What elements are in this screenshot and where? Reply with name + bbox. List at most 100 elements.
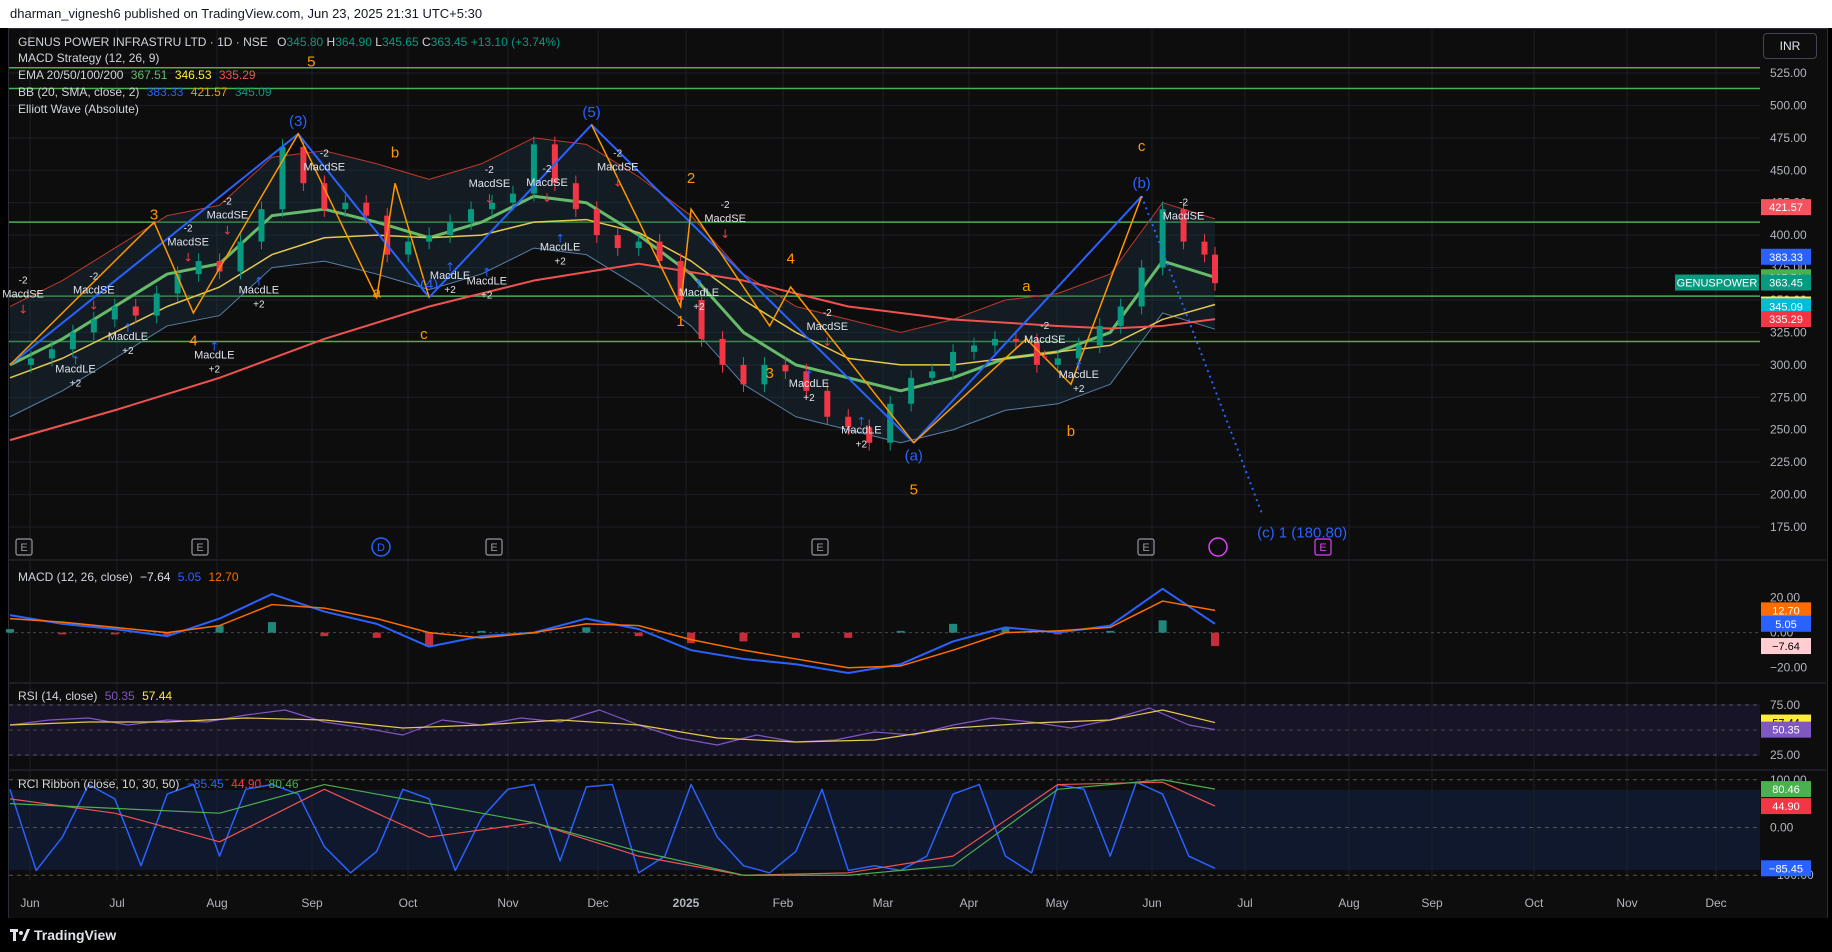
macd-signal-line <box>9 600 1216 669</box>
x-tick-label: Jun <box>20 896 39 910</box>
rci-long-legend-value: 80.46 <box>268 777 299 791</box>
elliott-legend[interactable]: Elliott Wave (Absolute) <box>18 101 139 117</box>
tradingview-logo[interactable]: TradingView <box>10 927 116 943</box>
earnings-marker-label: E <box>1142 542 1149 554</box>
down-arrow-icon: ↓ <box>613 175 623 189</box>
ema-legend[interactable]: EMA 20/50/100/200 367.51 346.53 335.29 <box>18 67 256 83</box>
candle-body <box>111 306 118 320</box>
price-label: 383.33 <box>1769 252 1803 264</box>
x-tick-label: May <box>1046 896 1069 910</box>
x-tick-label: Jun <box>1142 896 1161 910</box>
candle-body <box>363 202 370 216</box>
candle-body <box>1201 241 1208 255</box>
chart-canvas[interactable]: Jun Jul Aug Sep Oct Nov Dec 2025 Feb Mar Apr May Jun… <box>0 0 1832 952</box>
signal-qty-label: +2 <box>253 300 265 311</box>
rsi-legend-value: 50.35 <box>104 689 135 703</box>
x-tick-label: Sep <box>301 896 323 910</box>
macd-histogram-bar <box>110 632 119 635</box>
signal-qty-label: +2 <box>122 346 134 357</box>
macd-short-entry-label: MacdSE <box>807 321 849 333</box>
y-tick-label: 300.00 <box>1770 358 1807 372</box>
currency-button[interactable]: INR <box>1763 33 1817 59</box>
rci-pane-legend[interactable]: RCI Ribbon (close, 10, 30, 50) −85.45 44… <box>18 777 299 791</box>
macd-value-label: −7.64 <box>1772 641 1800 653</box>
symbol-legend[interactable]: GENUS POWER INFRASTRU LTD · 1D · NSE O34… <box>18 34 560 50</box>
macd-short-entry-label: MacdSE <box>704 213 746 225</box>
bb-value-1: 383.33 <box>146 85 184 99</box>
macd-short-entry-label: MacdSE <box>207 209 249 221</box>
macd-histogram-bar <box>949 623 958 633</box>
bb-label: BB (20, SMA, close, 2) <box>18 85 140 99</box>
macd-histogram-bar <box>1106 630 1115 633</box>
macd-short-entry-label: MacdSE <box>526 177 568 189</box>
hist-legend-value: 12.70 <box>208 570 239 584</box>
up-arrow-icon: ↑ <box>555 232 565 246</box>
macd-short-entry-label: MacdSE <box>304 161 346 173</box>
candle-body <box>1012 338 1019 342</box>
signal-qty-label: +2 <box>554 257 566 268</box>
candle-body <box>1138 267 1145 307</box>
down-arrow-icon: ↓ <box>18 302 28 316</box>
y-tick-label: 175.00 <box>1770 520 1807 534</box>
price-label: 363.45 <box>1769 278 1803 290</box>
up-arrow-icon: ↑ <box>856 415 866 429</box>
signal-qty-label: -2 <box>19 275 28 286</box>
candle-body <box>27 358 34 365</box>
elliott-minor-label: a <box>373 284 382 301</box>
down-arrow-icon: ↓ <box>1040 348 1050 362</box>
open-value: 345.80 <box>286 35 324 49</box>
rci-short-legend-value: −85.45 <box>186 777 224 791</box>
signal-qty-label: -2 <box>320 148 329 159</box>
y-tick-label: 525.00 <box>1770 66 1807 80</box>
candle-body <box>69 332 76 350</box>
candle-body <box>1096 325 1103 346</box>
x-tick-label: Feb <box>773 896 794 910</box>
signal-qty-label: -2 <box>1040 321 1049 332</box>
elliott-minor-label: 2 <box>687 170 695 187</box>
candle-body <box>908 377 915 404</box>
macd-histogram-bar <box>1158 620 1167 633</box>
signal-qty-label: -2 <box>613 148 622 159</box>
candle-body <box>929 371 936 378</box>
signal-qty-label: +2 <box>693 302 705 313</box>
candle-body <box>90 319 97 333</box>
bb-legend[interactable]: BB (20, SMA, close, 2) 383.33 421.57 345… <box>18 84 272 100</box>
up-arrow-icon: ↑ <box>804 368 814 382</box>
candle-body <box>1054 358 1061 365</box>
x-tick-label: Dec <box>587 896 608 910</box>
elliott-minor-label: 5 <box>307 53 315 70</box>
macd-histogram-bar <box>58 632 67 635</box>
macd-histogram-bar <box>687 632 696 644</box>
signal-legend-value: 5.05 <box>177 570 202 584</box>
signal-qty-label: +2 <box>209 364 221 375</box>
signal-qty-label: -2 <box>89 272 98 283</box>
macd-histogram-bar <box>634 632 643 637</box>
candle-body <box>991 338 998 346</box>
y-tick-label: 500.00 <box>1770 98 1807 112</box>
macd-histogram-bar <box>372 632 381 638</box>
signal-qty-label: +2 <box>1073 384 1085 395</box>
rci-value-label: 80.46 <box>1772 784 1800 796</box>
candle-body <box>468 209 475 223</box>
elliott-label: Elliott Wave (Absolute) <box>18 102 139 116</box>
x-tick-label: Aug <box>1338 896 1359 910</box>
candle-body <box>258 209 265 242</box>
macd-pane-title: MACD (12, 26, close) <box>18 570 133 584</box>
rsi-pane-legend[interactable]: RSI (14, close) 50.35 57.44 <box>18 689 172 703</box>
macd-short-entry-label: MacdSE <box>597 161 639 173</box>
macd-value-label: 12.70 <box>1772 605 1800 617</box>
macd-pane-legend[interactable]: MACD (12, 26, close) −7.64 5.05 12.70 <box>18 570 239 584</box>
macd-short-entry-label: MacdSE <box>167 237 209 249</box>
close-label: C <box>421 35 431 49</box>
macd-strategy-legend[interactable]: MACD Strategy (12, 26, 9) <box>18 50 159 66</box>
candle-body <box>426 235 433 242</box>
x-tick-label: Apr <box>960 896 979 910</box>
x-tick-label: Mar <box>873 896 894 910</box>
up-arrow-icon: ↑ <box>209 339 219 353</box>
x-tick-label: Aug <box>206 896 227 910</box>
signal-qty-label: +2 <box>70 379 82 390</box>
candle-body <box>719 338 726 365</box>
down-arrow-icon: ↓ <box>1179 225 1189 239</box>
macd-short-entry-label: MacdSE <box>73 285 115 297</box>
y-tick-label: 250.00 <box>1770 423 1807 437</box>
